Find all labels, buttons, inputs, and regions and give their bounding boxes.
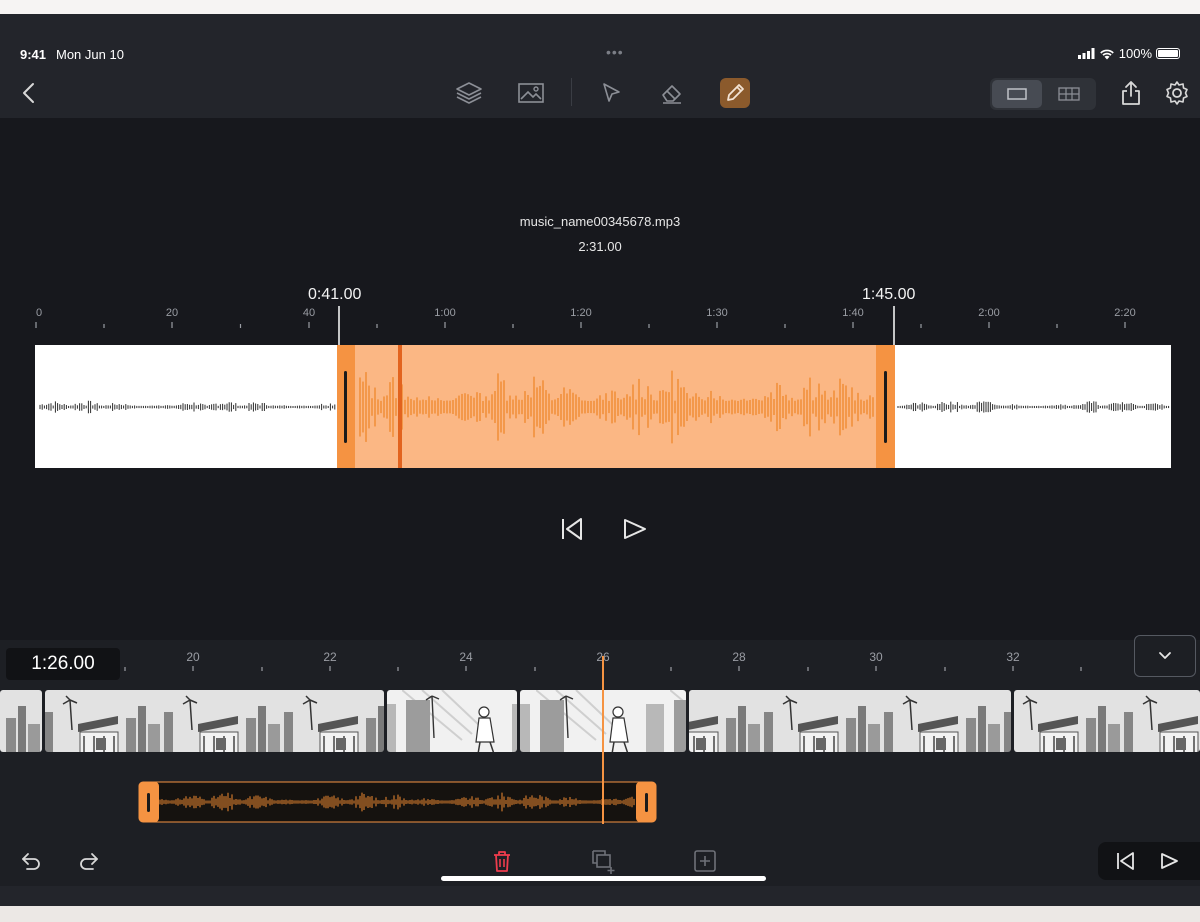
ruler-label: 2:20 bbox=[1114, 307, 1135, 319]
app-screen: 9:41 Mon Jun 10 ••• 100% music_name00345… bbox=[0, 14, 1200, 906]
collapse-timeline-button[interactable] bbox=[1134, 635, 1196, 677]
status-right: 100% bbox=[1077, 46, 1180, 61]
status-time: 9:41 bbox=[20, 47, 47, 62]
back-chevron-icon[interactable] bbox=[14, 78, 44, 108]
skip-to-start-icon[interactable] bbox=[557, 514, 587, 544]
pointer-icon[interactable] bbox=[596, 78, 626, 108]
bottom-safe-area bbox=[0, 886, 1200, 906]
image-icon[interactable] bbox=[516, 78, 546, 108]
ruler-label: 1:30 bbox=[706, 307, 727, 319]
status-bar: 9:41 Mon Jun 10 ••• 100% bbox=[0, 42, 1200, 66]
storyboard-frame[interactable] bbox=[689, 690, 1011, 752]
audio-duration: 2:31.00 bbox=[578, 239, 622, 254]
frame-ruler-label: 20 bbox=[186, 650, 200, 664]
multitask-dots[interactable]: ••• bbox=[606, 44, 624, 60]
ruler-label: 1:00 bbox=[434, 307, 455, 319]
frame-ruler-label: 24 bbox=[459, 650, 473, 664]
ruler-label: 2:00 bbox=[978, 307, 999, 319]
ruler-label: 1:40 bbox=[842, 307, 863, 319]
settings-gear-icon[interactable] bbox=[1162, 78, 1192, 108]
clip-right-grip bbox=[645, 793, 648, 812]
frame-ruler-label: 30 bbox=[869, 650, 883, 664]
grid-view-icon[interactable] bbox=[1044, 80, 1094, 108]
frame-ruler-label: 22 bbox=[323, 650, 337, 664]
left-trim-grip bbox=[344, 371, 347, 443]
audio-waveform-editor[interactable]: 0 20 40 1:00 1:20 1:30 1:40 2:00 2:20 bbox=[0, 298, 1200, 468]
wifi-icon bbox=[1099, 49, 1114, 59]
clip-left-grip bbox=[147, 793, 150, 812]
battery-icon bbox=[1156, 48, 1180, 59]
add-frame-icon[interactable] bbox=[690, 846, 720, 876]
storyboard-timeline: 1:26.00 20222426283032 bbox=[0, 635, 1200, 840]
ruler-label: 1:20 bbox=[570, 307, 591, 319]
top-toolbar bbox=[0, 66, 1200, 118]
duplicate-icon[interactable] bbox=[589, 846, 619, 876]
trash-icon[interactable] bbox=[487, 846, 517, 876]
home-indicator[interactable] bbox=[441, 876, 766, 881]
ruler-label: 0 bbox=[36, 307, 42, 319]
storyboard-frame[interactable] bbox=[387, 690, 517, 752]
battery-percent: 100% bbox=[1118, 46, 1152, 61]
storyboard-frame[interactable] bbox=[1014, 690, 1200, 752]
view-mode-segment bbox=[990, 78, 1096, 110]
audio-editor: music_name00345678.mp3 2:31.00 0:41.00 1… bbox=[0, 118, 1200, 640]
ruler-label: 20 bbox=[166, 307, 178, 319]
share-icon[interactable] bbox=[1116, 78, 1146, 108]
audio-ruler: 0 20 40 1:00 1:20 1:30 1:40 2:00 2:20 bbox=[35, 307, 1136, 328]
undo-icon[interactable] bbox=[16, 846, 46, 876]
bezel-top bbox=[0, 14, 1200, 42]
single-view-icon[interactable] bbox=[992, 80, 1042, 108]
device-frame-top bbox=[0, 0, 1200, 14]
frame-ruler-label: 32 bbox=[1006, 650, 1020, 664]
cellular-signal-icon bbox=[1077, 48, 1095, 59]
timeline-transport bbox=[1098, 842, 1200, 880]
audio-playhead[interactable] bbox=[398, 345, 402, 468]
play-icon[interactable] bbox=[620, 514, 650, 544]
audio-filename: music_name00345678.mp3 bbox=[519, 214, 681, 229]
storyboard-frame[interactable] bbox=[0, 690, 42, 752]
eraser-icon[interactable] bbox=[657, 78, 687, 108]
toolbar-divider bbox=[571, 78, 572, 106]
chevron-down-icon bbox=[1159, 652, 1171, 659]
timeline-playhead[interactable] bbox=[600, 656, 606, 840]
skip-to-start-icon[interactable] bbox=[1110, 846, 1140, 876]
play-icon[interactable] bbox=[1154, 846, 1184, 876]
frame-ruler-label: 28 bbox=[732, 650, 746, 664]
selected-region[interactable] bbox=[338, 345, 895, 468]
status-date: Mon Jun 10 bbox=[56, 47, 124, 62]
device-frame-bottom bbox=[0, 906, 1200, 922]
storyboard-frame[interactable] bbox=[45, 690, 384, 752]
ruler-label: 40 bbox=[303, 307, 315, 319]
pencil-icon[interactable] bbox=[720, 78, 750, 108]
layers-icon[interactable] bbox=[454, 78, 484, 108]
redo-icon[interactable] bbox=[74, 846, 104, 876]
right-trim-grip bbox=[884, 371, 887, 443]
